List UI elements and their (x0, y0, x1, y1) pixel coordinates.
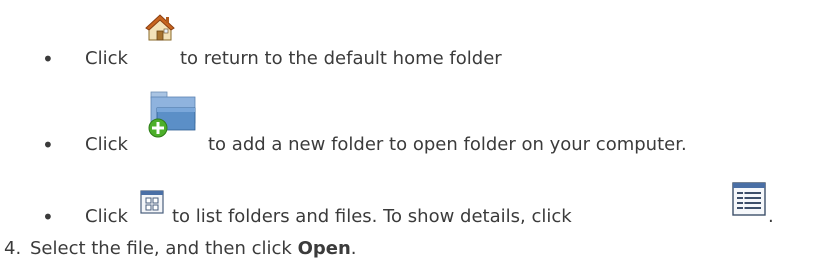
step-text-before: Select the file, and then click (30, 238, 298, 259)
bullet-marker: • (42, 133, 54, 157)
step-text: Select the file, and then click Open. (30, 234, 357, 264)
home-description: to return to the default home folder (180, 48, 502, 69)
details-view-icon (732, 182, 766, 216)
click-label: Click (85, 134, 128, 155)
bullet-marker: • (42, 47, 54, 71)
click-label: Click (85, 206, 128, 227)
step-number: 4. (4, 238, 22, 259)
open-button-label: Open (297, 238, 351, 259)
new-folder-description: to add a new folder to open folder on yo… (208, 134, 687, 155)
home-folder-icon (142, 10, 178, 46)
list-view-icon (140, 190, 164, 214)
click-label: Click (85, 48, 128, 69)
bullet-marker: • (42, 205, 54, 229)
new-folder-icon (143, 86, 203, 146)
step-text-after: . (350, 238, 357, 259)
details-period: . (768, 206, 774, 227)
view-description: to list folders and files. To show detai… (172, 206, 572, 227)
